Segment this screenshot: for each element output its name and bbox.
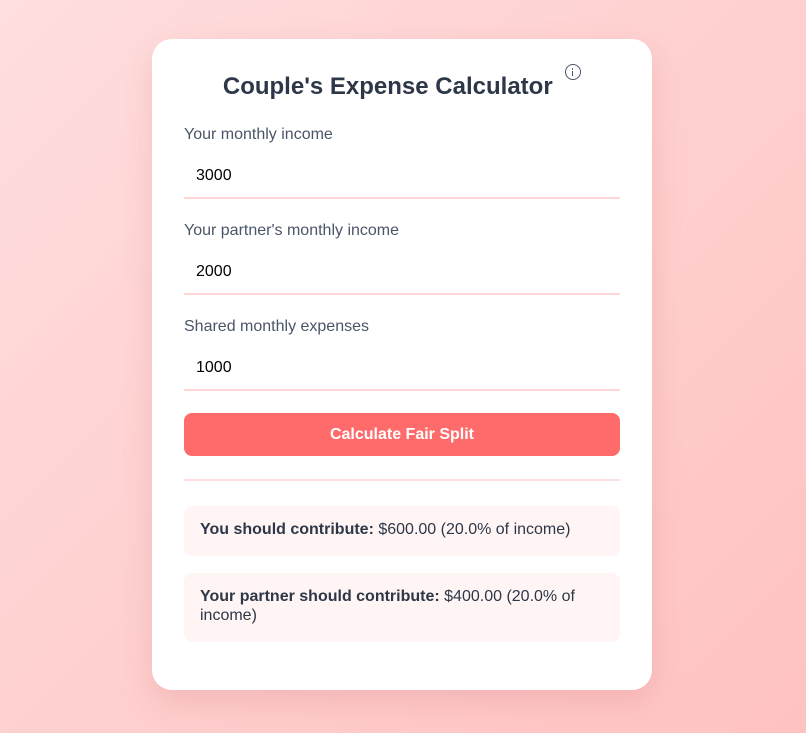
income-label: Your monthly income	[184, 126, 333, 143]
partner-income-input[interactable]	[184, 251, 620, 295]
partner-contribution-label: Your partner should contribute:	[200, 588, 440, 605]
page-title: Couple's Expense Calculator	[222, 73, 553, 100]
income-input[interactable]	[184, 155, 620, 199]
expenses-label: Shared monthly expenses	[184, 318, 369, 335]
your-contribution-value: $600.00 (20.0% of income)	[378, 521, 571, 538]
title-row: Couple's Expense Calculator	[152, 64, 652, 105]
partner-income-field-group: Your partner's monthly income	[184, 221, 620, 295]
expenses-input[interactable]	[184, 347, 620, 391]
calculate-button[interactable]: Calculate Fair Split	[184, 413, 620, 456]
income-field-group: Your monthly income	[184, 125, 620, 199]
your-contribution-result: You should contribute: $600.00 (20.0% of…	[184, 506, 620, 556]
partner-income-label: Your partner's monthly income	[184, 222, 400, 239]
expenses-field-group: Shared monthly expenses	[184, 317, 620, 391]
your-contribution-label: You should contribute:	[200, 521, 374, 538]
partner-contribution-result: Your partner should contribute: $400.00 …	[184, 573, 620, 642]
calculator-card: Couple's Expense Calculator Your monthly…	[152, 39, 652, 690]
info-icon[interactable]	[565, 64, 582, 80]
divider	[184, 479, 620, 481]
